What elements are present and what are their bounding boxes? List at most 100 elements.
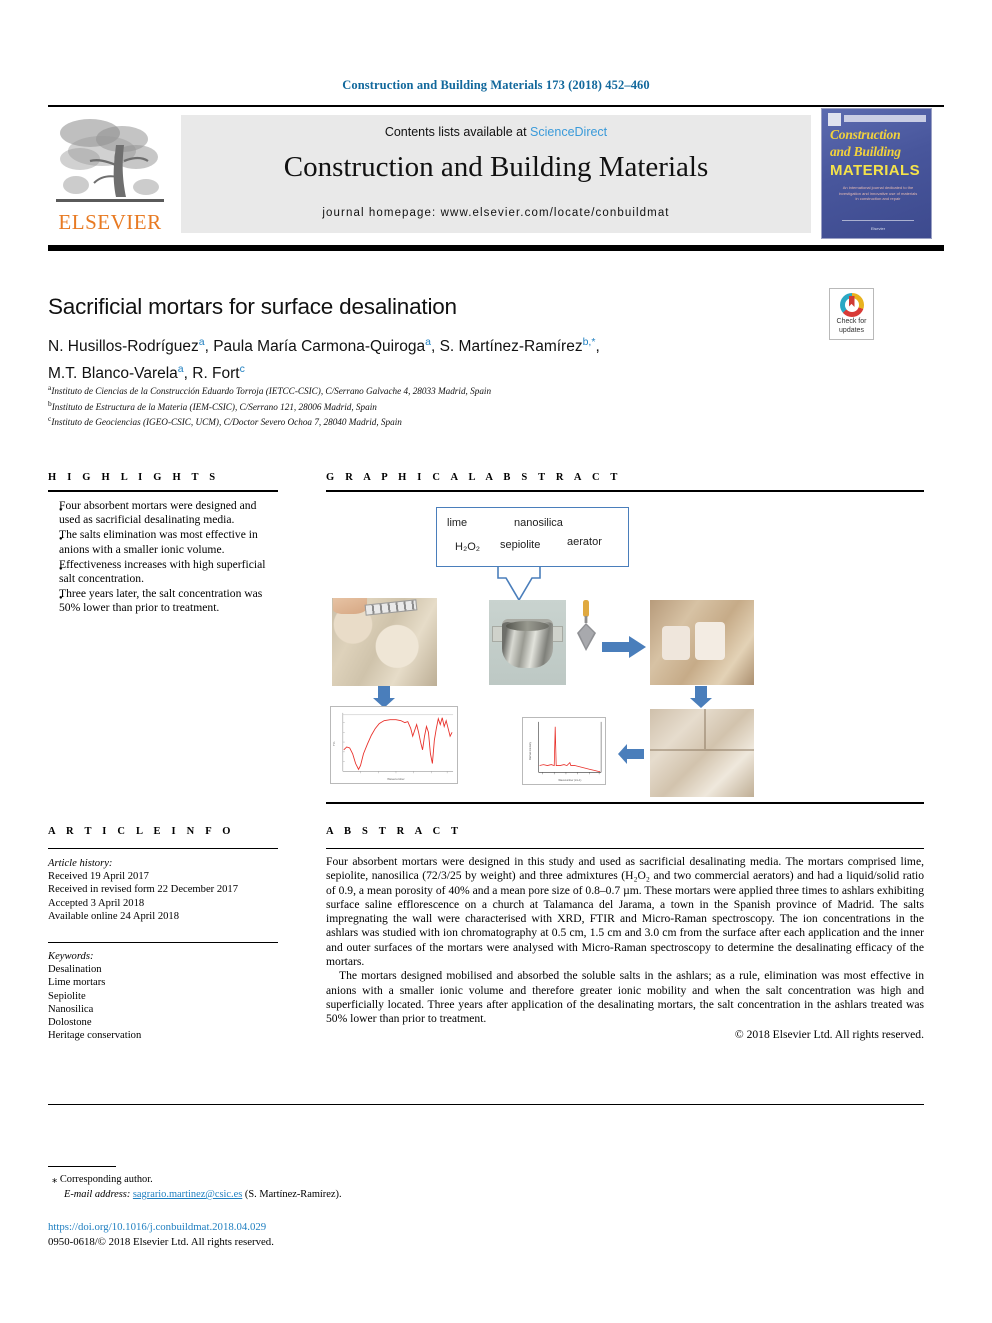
keywords-label: Keywords:	[48, 951, 94, 962]
trowel-icon	[577, 600, 596, 651]
ingredient-lime-label: lime	[447, 517, 468, 529]
affiliation-a: aInstituto de Ciencias de la Construcció…	[48, 382, 793, 398]
raman-spectrum-plot: Wavenumber (cm-1) Raman intensity	[522, 717, 606, 785]
journal-title: Construction and Building Materials	[283, 151, 709, 183]
abstract-paragraph-2: The mortars designed mobilised and absor…	[326, 969, 924, 1026]
article-history-item: Accepted 3 April 2018	[48, 897, 145, 909]
crossmark-line2: updates	[839, 326, 864, 334]
mortar-mixing-bowl-photo	[489, 600, 566, 685]
journal-cover-thumbnail: Construction and Building MATERIALS An i…	[821, 108, 932, 239]
mortar-patch-2	[695, 622, 725, 660]
keyword-item: Sepiolite	[48, 990, 86, 1002]
crossmark-line1: Check for	[836, 318, 867, 325]
mortar-applied-photo	[650, 600, 754, 685]
ingredient-sepiolite-label: sepiolite	[500, 539, 541, 551]
raman-spectrum-svg: Wavenumber (cm-1) Raman intensity	[523, 718, 605, 784]
crossmark-ring-icon	[839, 293, 864, 317]
svg-text:Wavenumber: Wavenumber	[387, 777, 404, 781]
corresponding-author-line: ⁎ Corresponding author.	[52, 1172, 612, 1187]
article-history-item: Received in revised form 22 December 201…	[48, 884, 239, 896]
affiliation-b-text: Instituto de Estructura de la Materia (I…	[51, 401, 377, 412]
affiliation-a-text: Instituto de Ciencias de la Construcción…	[51, 386, 492, 397]
arrow-right-to-application-icon	[602, 636, 646, 658]
email-owner: (S. Martínez-Ramírez).	[244, 1189, 342, 1200]
corresponding-text: Corresponding author.	[59, 1174, 153, 1185]
cover-footer-text: Elsevier	[870, 226, 886, 231]
masthead-top-rule	[48, 105, 944, 107]
graphical-abstract-rule	[326, 490, 924, 492]
issn-copyright-line: 0950-0618/© 2018 Elsevier Ltd. All right…	[48, 1236, 274, 1248]
running-head: Construction and Building Materials 173 …	[342, 78, 650, 92]
cover-title-line3: MATERIALS	[830, 162, 920, 179]
arrow-left-to-raman-icon	[618, 744, 644, 764]
journal-masthead: ELSEVIER Contents lists available at Sci…	[48, 105, 944, 251]
author-4: M.T. Blanco-Varela	[48, 365, 178, 383]
author-3: , S. Martínez-Ramírez	[430, 338, 583, 356]
crossmark-flag-icon	[848, 296, 855, 307]
author-1: N. Husillos-Rodríguez	[48, 338, 199, 356]
abstract-rule	[326, 848, 924, 850]
ingredients-box: lime nanosilica H₂O₂ sepiolite aerator	[436, 507, 629, 567]
contents-prefix: Contents lists available at	[384, 125, 531, 139]
author-5-affil-marker: c	[239, 363, 245, 376]
doi-link[interactable]: https://doi.org/10.1016/j.conbuildmat.20…	[48, 1221, 266, 1233]
article-info-heading: A R T I C L E I N F O	[48, 826, 235, 837]
wall-efflorescence-photo	[332, 598, 437, 686]
footnote-rule	[48, 1166, 116, 1168]
article-history-label: Article history:	[48, 858, 113, 869]
keyword-item: Lime mortars	[48, 977, 106, 989]
abstract-paragraph-1: Four absorbent mortars were designed in …	[326, 855, 924, 969]
email-label: E-mail address:	[64, 1189, 131, 1200]
affiliation-b: bInstituto de Estructura de la Materia (…	[48, 398, 793, 414]
highlights-rule	[48, 490, 278, 492]
cover-title-line1: Construction	[830, 127, 901, 142]
keyword-item: Desalination	[48, 964, 102, 976]
email-link[interactable]: sagrario.martinez@csic.es	[133, 1189, 242, 1200]
abstract-rights-line: © 2018 Elsevier Ltd. All rights reserved…	[734, 1027, 924, 1041]
highlight-item: The salts elimination was most effective…	[59, 528, 278, 557]
svg-text:T%: T%	[332, 741, 336, 746]
email-line: E-mail address: sagrario.martinez@csic.e…	[52, 1187, 612, 1202]
article-history-item: Available online 24 April 2018	[48, 910, 180, 922]
cover-divider	[842, 220, 914, 221]
highlight-item: Four absorbent mortars were designed and…	[59, 499, 278, 528]
arrow-down-to-ftir-icon	[373, 686, 395, 708]
crossmark-badge[interactable]: Check for updates	[829, 288, 874, 340]
affiliations: aInstituto de Ciencias de la Construcció…	[48, 382, 793, 429]
article-info-rule	[48, 848, 278, 850]
journal-article-page: Construction and Building Materials 173 …	[0, 0, 992, 1323]
svg-text:Raman intensity: Raman intensity	[529, 741, 532, 760]
bowl-body	[502, 619, 553, 668]
keywords-rule	[48, 942, 278, 944]
graphical-abstract-bottom-rule	[326, 802, 924, 804]
highlight-item: Three years later, the salt concentratio…	[59, 587, 278, 616]
graphical-abstract-figure: lime nanosilica H₂O₂ sepiolite aerator W…	[326, 496, 924, 801]
ingredient-h2o2-label: H₂O₂	[455, 541, 481, 553]
sciencedirect-link[interactable]: ScienceDirect	[530, 125, 607, 139]
contents-list-line: Contents lists available at ScienceDirec…	[181, 125, 811, 139]
corresponding-author-marker: *	[591, 336, 596, 348]
article-history-item: Received 19 April 2017	[48, 871, 149, 883]
ftir-spectrum-svg: Wavenumber T%	[331, 707, 457, 783]
highlight-item: Effectiveness increases with high superf…	[59, 558, 278, 587]
cover-elsevier-mark-icon	[828, 113, 841, 126]
crossmark-label: Check for updates	[830, 318, 873, 335]
corresponding-marker: ⁎	[52, 1174, 58, 1185]
content-bottom-rule	[48, 1104, 924, 1106]
elsevier-logo: ELSEVIER	[50, 111, 170, 236]
affiliation-c-text: Instituto de Geociencias (IGEO-CSIC, UCM…	[51, 417, 402, 428]
author-5: , R. Fort	[183, 365, 240, 383]
journal-homepage-link[interactable]: journal homepage: www.elsevier.com/locat…	[181, 207, 811, 219]
cover-title-line2: and Building	[830, 144, 901, 159]
article-history-block: Article history: Received 19 April 2017 …	[48, 857, 278, 923]
keyword-item: Nanosilica	[48, 1003, 94, 1015]
abstract-body: Four absorbent mortars were designed in …	[326, 855, 924, 1042]
keyword-item: Heritage conservation	[48, 1030, 142, 1042]
cover-top-bar	[844, 115, 926, 122]
page-title: Sacrificial mortars for surface desalina…	[48, 294, 457, 319]
highlights-list: Four absorbent mortars were designed and…	[48, 499, 278, 616]
corresponding-author-note: ⁎ Corresponding author. E-mail address: …	[52, 1172, 612, 1202]
masthead-bottom-rule	[48, 245, 944, 251]
ingredient-aerator-label: aerator	[567, 536, 602, 548]
highlights-heading: H I G H L I G H T S	[48, 472, 220, 483]
